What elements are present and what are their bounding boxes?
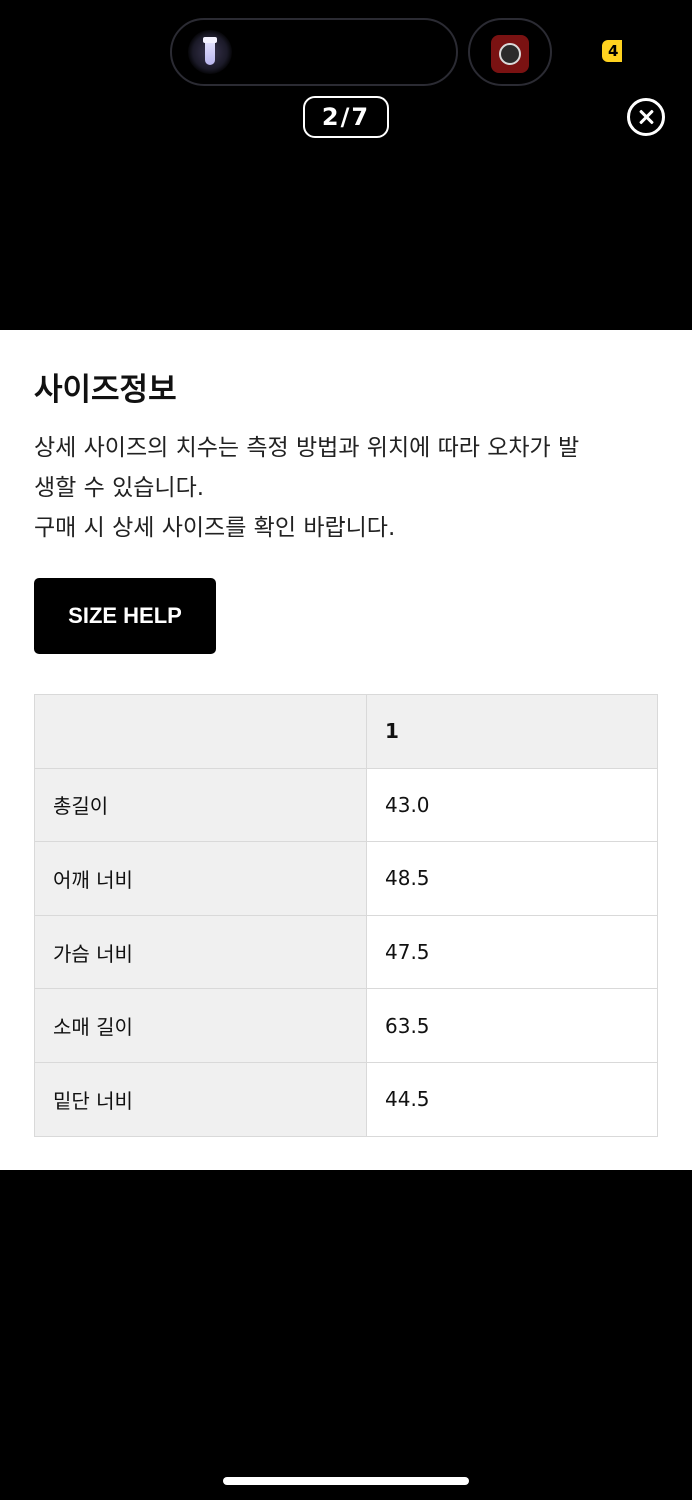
home-indicator[interactable] <box>223 1477 469 1485</box>
flashlight-icon <box>188 30 232 74</box>
row-label: 가슴 너비 <box>34 914 367 990</box>
size-help-button[interactable]: SIZE HELP <box>34 578 216 654</box>
row-label: 어깨 너비 <box>34 841 367 916</box>
row-value: 47.5 <box>366 914 658 990</box>
size-info-card: 사이즈정보 상세 사이즈의 치수는 측정 방법과 위치에 따라 오차가 발 생할… <box>0 330 692 1170</box>
size-table: 1 총길이 43.0 어깨 너비 48.5 가슴 너비 47.5 소매 길이 6… <box>34 694 658 1137</box>
row-value: 63.5 <box>366 988 658 1063</box>
app-thumbnail-icon <box>491 35 529 73</box>
screen: 4 2/7 사이즈정보 상세 사이즈의 치수는 측정 방법과 위치에 따라 오차… <box>0 0 692 1500</box>
table-row: 가슴 너비 47.5 <box>34 914 658 990</box>
page-counter: 2/7 <box>303 96 389 138</box>
description-line: 상세 사이즈의 치수는 측정 방법과 위치에 따라 오차가 발 <box>34 435 580 461</box>
table-header-row: 1 <box>34 694 658 769</box>
description-line: 구매 시 상세 사이즈를 확인 바랍니다. <box>34 515 396 541</box>
description-line: 생할 수 있습니다. <box>34 475 205 501</box>
dynamic-island-app[interactable] <box>468 18 552 86</box>
table-row: 어깨 너비 48.5 <box>34 841 658 916</box>
size-description: 상세 사이즈의 치수는 측정 방법과 위치에 따라 오차가 발 생할 수 있습니… <box>34 428 660 548</box>
row-value: 48.5 <box>366 841 658 916</box>
dynamic-island-pill[interactable] <box>170 18 458 86</box>
row-label: 밑단 너비 <box>34 1061 367 1137</box>
table-row: 밑단 너비 44.5 <box>34 1061 658 1137</box>
row-value: 44.5 <box>366 1061 658 1137</box>
close-icon[interactable] <box>627 98 665 136</box>
live-badge: 4 <box>602 40 622 62</box>
page-title: 사이즈정보 <box>34 372 177 408</box>
table-row: 총길이 43.0 <box>34 767 658 843</box>
header-cell-size: 1 <box>366 694 658 769</box>
row-label: 소매 길이 <box>34 988 367 1063</box>
row-value: 43.0 <box>366 767 658 843</box>
row-label: 총길이 <box>34 767 367 843</box>
table-row: 소매 길이 63.5 <box>34 988 658 1063</box>
header-cell-blank <box>34 694 367 769</box>
